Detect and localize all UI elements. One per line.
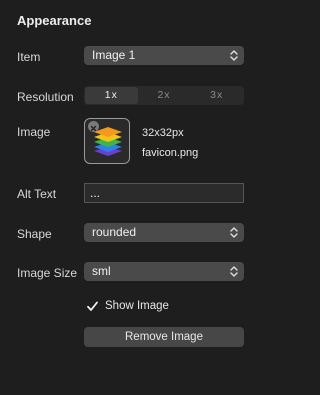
shape-popup[interactable]: rounded [84, 223, 244, 242]
shape-popup-value: rounded [92, 225, 137, 239]
image-thumbnail[interactable] [84, 118, 130, 164]
shape-label: Shape [17, 227, 52, 241]
alt-text-label: Alt Text [17, 187, 57, 201]
item-popup[interactable]: Image 1 [84, 46, 244, 65]
image-label: Image [17, 125, 51, 139]
resolution-label: Resolution [17, 90, 74, 104]
chevron-updown-icon [230, 227, 238, 238]
chevron-updown-icon [230, 50, 238, 61]
show-image-checkbox[interactable] [86, 300, 99, 313]
image-size-label: Image Size [17, 266, 78, 280]
alt-text-field[interactable] [84, 183, 244, 203]
image-dimensions: 32x32px [142, 127, 184, 139]
remove-thumbnail-button[interactable] [88, 121, 99, 132]
resolution-segmented-control: 1x 2x 3x [84, 86, 244, 105]
chevron-updown-icon [230, 266, 238, 277]
appearance-panel: Appearance Item Image 1 Resolution 1x 2x… [0, 0, 259, 395]
remove-image-button[interactable]: Remove Image [84, 327, 244, 347]
image-size-popup[interactable]: sml [84, 262, 244, 281]
close-icon [90, 125, 97, 132]
panel-title: Appearance [17, 13, 92, 28]
resolution-option-1x[interactable]: 1x [85, 87, 138, 104]
image-filename: favicon.png [142, 147, 199, 159]
item-label: Item [17, 50, 41, 64]
resolution-option-3x[interactable]: 3x [190, 87, 243, 104]
image-size-popup-value: sml [92, 264, 111, 278]
item-popup-value: Image 1 [92, 48, 136, 62]
resolution-option-2x[interactable]: 2x [138, 87, 191, 104]
show-image-label[interactable]: Show Image [105, 300, 169, 312]
